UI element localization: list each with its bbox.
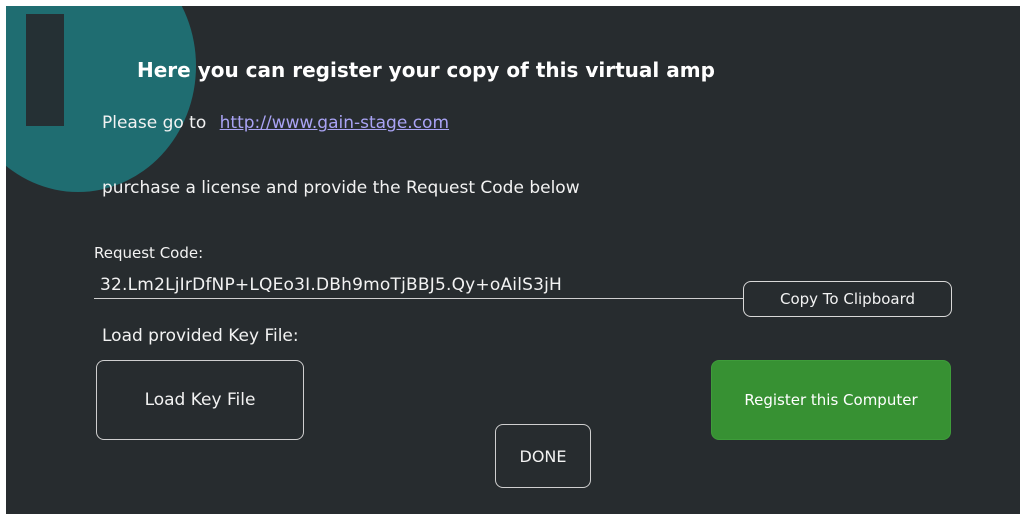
- request-code-field[interactable]: 32.Lm2LjIrDfNP+LQEo3I.DBh9moTjBBJ5.Qy+oA…: [94, 272, 746, 299]
- key-file-label: Load provided Key File:: [102, 326, 299, 346]
- goto-line: Please go to http://www.gain-stage.com: [102, 113, 449, 133]
- request-code-value: 32.Lm2LjIrDfNP+LQEo3I.DBh9moTjBBJ5.Qy+oA…: [100, 275, 563, 295]
- dialog-title: Here you can register your copy of this …: [137, 58, 715, 82]
- copy-to-clipboard-button[interactable]: Copy To Clipboard: [743, 281, 952, 317]
- registration-dialog: Here you can register your copy of this …: [6, 6, 1020, 514]
- request-code-label: Request Code:: [94, 244, 204, 262]
- info-icon: [6, 6, 196, 192]
- done-button[interactable]: DONE: [495, 424, 591, 488]
- goto-prefix: Please go to: [102, 113, 207, 133]
- register-computer-button[interactable]: Register this Computer: [711, 360, 951, 440]
- website-link[interactable]: http://www.gain-stage.com: [220, 113, 449, 133]
- instructions-text: purchase a license and provide the Reque…: [102, 178, 580, 198]
- info-icon-stem: [26, 14, 64, 126]
- load-key-file-button[interactable]: Load Key File: [96, 360, 304, 440]
